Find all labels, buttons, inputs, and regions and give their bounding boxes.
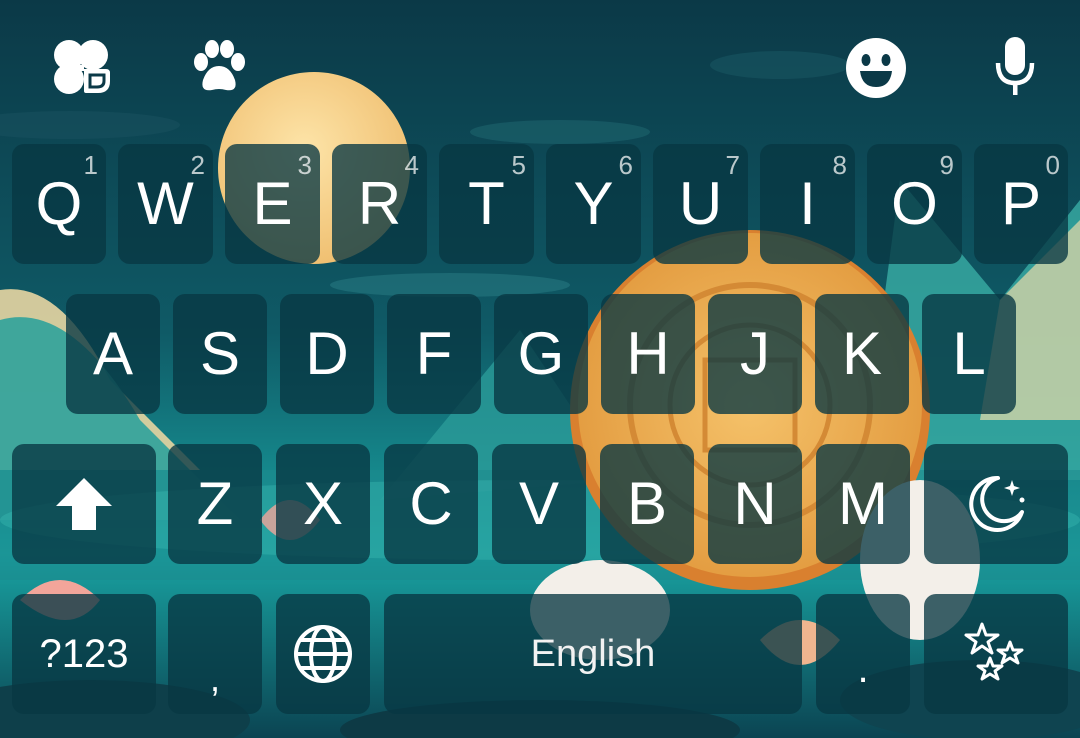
key-label: Y: [573, 170, 614, 237]
key-label: V: [518, 470, 560, 537]
key-label: F: [415, 320, 453, 387]
key-label: W: [137, 170, 194, 237]
sparkle-stars-icon: [964, 622, 1028, 686]
clover-icon[interactable]: [48, 36, 114, 98]
comma-key-label: ,: [209, 658, 220, 699]
key-x[interactable]: X: [276, 444, 370, 564]
space-key[interactable]: English: [384, 594, 802, 714]
key-i[interactable]: I 8: [760, 144, 855, 264]
key-u[interactable]: U 7: [653, 144, 748, 264]
microphone-icon[interactable]: [990, 34, 1040, 100]
symbols-key[interactable]: ?123: [12, 594, 156, 714]
key-number-hint: 1: [83, 150, 98, 180]
key-label: I: [799, 170, 816, 237]
key-label: Z: [196, 470, 234, 537]
key-b[interactable]: B: [600, 444, 694, 564]
key-w[interactable]: W 2: [118, 144, 213, 264]
key-number-hint: 8: [832, 150, 847, 180]
key-label: D: [305, 320, 349, 387]
key-label: R: [357, 170, 402, 237]
paw-icon[interactable]: [188, 36, 250, 96]
key-number-hint: 3: [297, 150, 312, 180]
key-e[interactable]: E 3: [225, 144, 320, 264]
key-number-hint: 0: [1045, 150, 1060, 180]
symbols-key-label: ?123: [39, 631, 129, 676]
space-key-label: English: [530, 632, 656, 675]
key-label: C: [409, 470, 453, 537]
key-k[interactable]: K: [815, 294, 909, 414]
language-key[interactable]: [276, 594, 370, 714]
key-label: J: [740, 320, 770, 387]
key-t[interactable]: T 5: [439, 144, 534, 264]
key-g[interactable]: G: [494, 294, 588, 414]
key-number-hint: 6: [618, 150, 633, 180]
key-label: P: [1000, 170, 1042, 237]
key-number-hint: 4: [404, 150, 419, 180]
key-label: L: [952, 320, 986, 387]
key-label: T: [468, 170, 505, 237]
key-v[interactable]: V: [492, 444, 586, 564]
globe-icon: [293, 624, 353, 684]
key-number-hint: 5: [511, 150, 526, 180]
period-key[interactable]: .: [816, 594, 910, 714]
key-d[interactable]: D: [280, 294, 374, 414]
key-label: A: [92, 320, 134, 387]
theme-key[interactable]: [924, 444, 1068, 564]
key-label: Q: [35, 170, 83, 237]
key-n[interactable]: N: [708, 444, 802, 564]
key-label: E: [252, 170, 293, 237]
moon-stars-icon: [964, 472, 1028, 536]
key-f[interactable]: F: [387, 294, 481, 414]
key-label: U: [678, 170, 723, 237]
key-q[interactable]: Q 1: [12, 144, 106, 264]
key-label: X: [302, 470, 344, 537]
key-label: N: [733, 470, 777, 537]
key-label: M: [838, 470, 888, 537]
key-l[interactable]: L: [922, 294, 1016, 414]
key-h[interactable]: H: [601, 294, 695, 414]
key-c[interactable]: C: [384, 444, 478, 564]
sparkle-key[interactable]: [924, 594, 1068, 714]
key-number-hint: 9: [939, 150, 954, 180]
comma-key[interactable]: ,: [168, 594, 262, 714]
shift-key[interactable]: [12, 444, 156, 564]
key-r[interactable]: R 4: [332, 144, 427, 264]
key-label: G: [517, 320, 565, 387]
emoji-icon[interactable]: [842, 36, 910, 100]
period-key-label: .: [857, 647, 869, 691]
shift-arrow-icon: [54, 474, 114, 534]
key-number-hint: 2: [190, 150, 205, 180]
key-o[interactable]: O 9: [867, 144, 962, 264]
key-z[interactable]: Z: [168, 444, 262, 564]
key-label: K: [841, 320, 883, 387]
key-a[interactable]: A: [66, 294, 160, 414]
key-p[interactable]: P 0: [974, 144, 1068, 264]
key-j[interactable]: J: [708, 294, 802, 414]
key-m[interactable]: M: [816, 444, 910, 564]
key-number-hint: 7: [725, 150, 740, 180]
key-label: O: [891, 170, 938, 237]
key-label: S: [199, 320, 241, 387]
key-label: H: [626, 320, 670, 387]
key-y[interactable]: Y 6: [546, 144, 641, 264]
key-s[interactable]: S: [173, 294, 267, 414]
key-label: B: [626, 470, 668, 537]
keyboard-toolbar: [0, 0, 1080, 135]
